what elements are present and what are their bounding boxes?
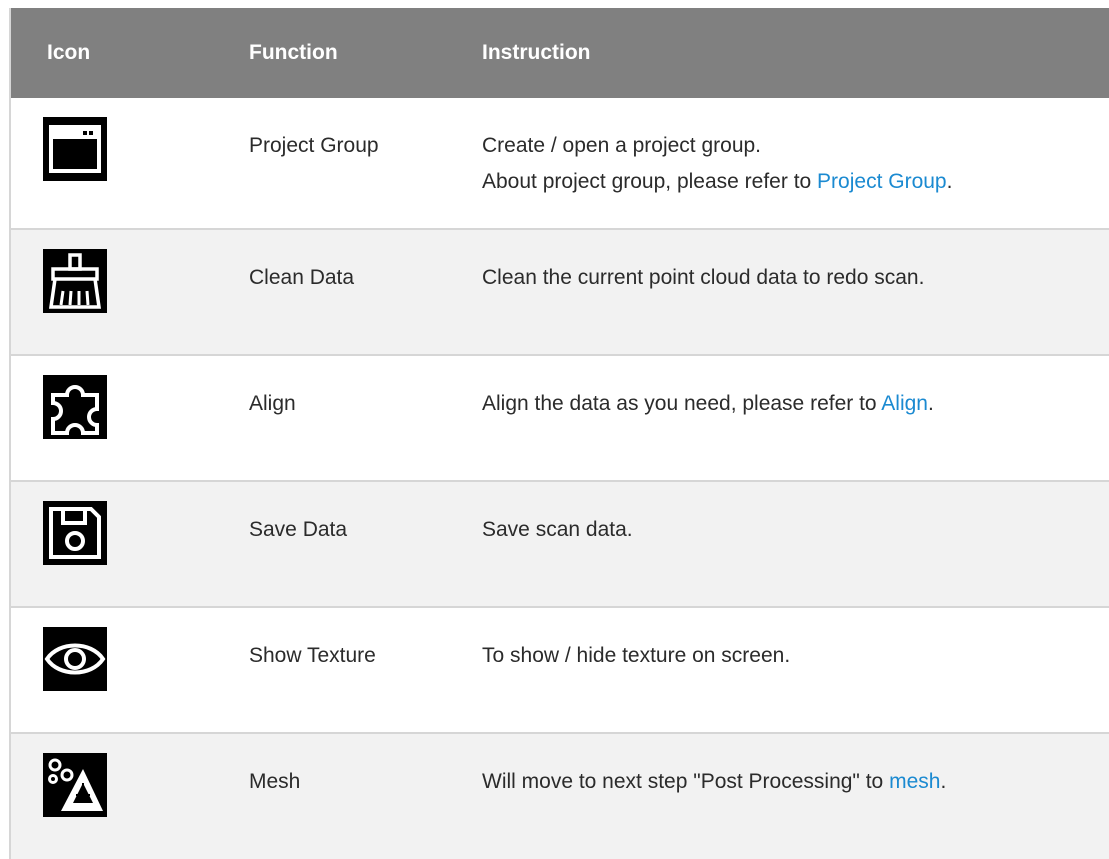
header-instruction: Instruction — [482, 41, 591, 64]
header-function: Function — [249, 41, 338, 64]
mesh-link[interactable]: mesh — [889, 770, 940, 793]
function-label: Mesh — [249, 770, 301, 793]
instruction-text: Save scan data. — [482, 518, 633, 541]
table-row: Project Group Create / open a project gr… — [11, 98, 1109, 230]
table-row: Save Data Save scan data. — [11, 482, 1109, 608]
table-row: Clean Data Clean the current point cloud… — [11, 230, 1109, 356]
puzzle-icon — [43, 375, 107, 439]
instruction-text: Create / open a project group. About pro… — [482, 134, 953, 193]
mesh-icon — [43, 753, 107, 817]
toolbar-icons-table: Icon Function Instruction Project Group … — [9, 8, 1109, 859]
function-label: Save Data — [249, 518, 348, 541]
align-link[interactable]: Align — [881, 392, 928, 415]
window-icon — [43, 117, 107, 181]
table-row: Align Align the data as you need, please… — [11, 356, 1109, 482]
function-label: Show Texture — [249, 644, 376, 667]
project-group-link[interactable]: Project Group — [817, 170, 947, 193]
instruction-text: Clean the current point cloud data to re… — [482, 266, 925, 289]
eye-icon — [43, 627, 107, 691]
function-label: Project Group — [249, 134, 379, 157]
instruction-text: To show / hide texture on screen. — [482, 644, 791, 667]
broom-icon — [43, 249, 107, 313]
table-row: Show Texture To show / hide texture on s… — [11, 608, 1109, 734]
table-row: Mesh Will move to next step "Post Proces… — [11, 734, 1109, 859]
instruction-text: Will move to next step "Post Processing"… — [482, 770, 947, 793]
function-label: Align — [249, 392, 296, 415]
header-icon: Icon — [47, 41, 91, 64]
table-header: Icon Function Instruction — [11, 8, 1109, 98]
floppy-disk-icon — [43, 501, 107, 565]
function-label: Clean Data — [249, 266, 355, 289]
instruction-text: Align the data as you need, please refer… — [482, 392, 934, 415]
